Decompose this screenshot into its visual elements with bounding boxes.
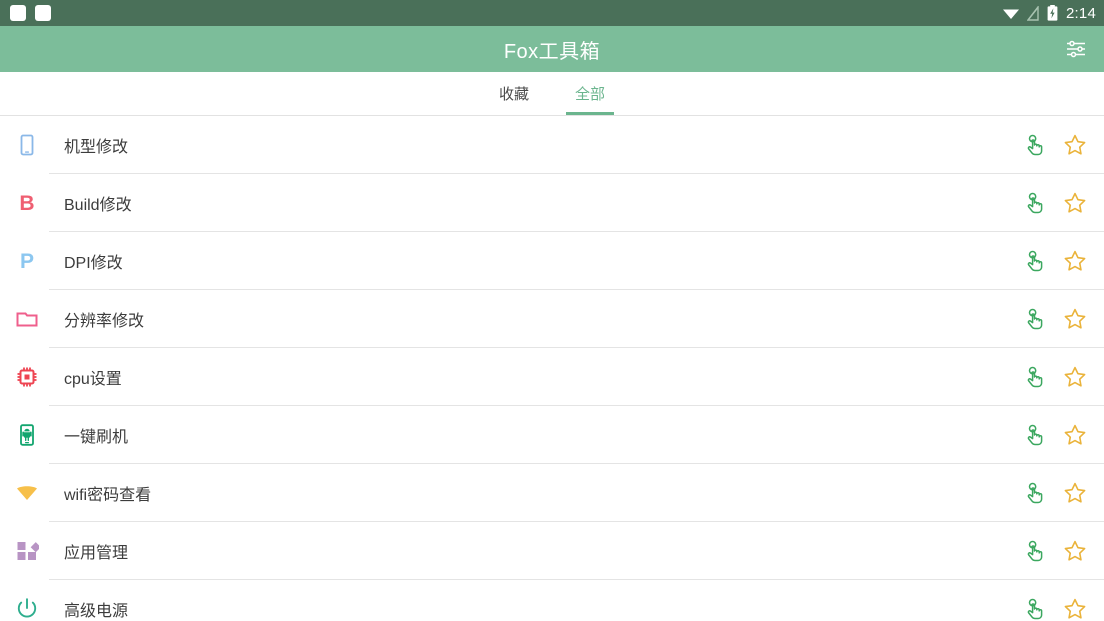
- run-tool-button[interactable]: [1022, 306, 1048, 332]
- tool-list-item-label: 机型修改: [64, 139, 129, 156]
- status-bar: 2:14: [0, 0, 1104, 26]
- tab-favorites-label: 收藏: [498, 86, 529, 103]
- tab-favorites[interactable]: 收藏: [487, 72, 541, 115]
- favorite-button[interactable]: [1062, 190, 1088, 216]
- tool-list-item-actions: [1022, 364, 1088, 390]
- notification-square-icon: [35, 5, 51, 21]
- run-tool-button[interactable]: [1022, 364, 1048, 390]
- tool-list-item-label: Build修改: [64, 197, 132, 214]
- favorite-button[interactable]: [1062, 480, 1088, 506]
- tool-list-item-actions: [1022, 422, 1088, 448]
- tool-list-item-actions: [1022, 248, 1088, 274]
- tool-list-item[interactable]: B Build修改: [0, 174, 1104, 232]
- tool-list-item-actions: [1022, 190, 1088, 216]
- tool-list-item[interactable]: 机型修改: [0, 116, 1104, 174]
- battery-charging-icon: [1047, 5, 1058, 21]
- tool-list-item[interactable]: 分辨率修改: [0, 290, 1104, 348]
- status-bar-notifications: [10, 5, 51, 21]
- tool-list-item-actions: [1022, 132, 1088, 158]
- tab-all-label: 全部: [575, 86, 606, 103]
- tool-list-item[interactable]: wifi密码查看: [0, 464, 1104, 522]
- favorite-button[interactable]: [1062, 248, 1088, 274]
- settings-button[interactable]: [1056, 29, 1096, 69]
- tool-list-item-label: 一键刷机: [64, 429, 129, 446]
- rectangle-outline-icon: [14, 306, 40, 332]
- run-tool-button[interactable]: [1022, 190, 1048, 216]
- signal-off-icon: [1027, 5, 1039, 21]
- tool-list-item-label: cpu设置: [64, 371, 122, 388]
- notification-square-icon: [10, 5, 26, 21]
- tool-list-item-label: 应用管理: [64, 545, 129, 562]
- tool-list-item-label: 高级电源: [64, 603, 129, 620]
- favorite-button[interactable]: [1062, 132, 1088, 158]
- tool-list-item[interactable]: P DPI修改: [0, 232, 1104, 290]
- favorite-button[interactable]: [1062, 422, 1088, 448]
- run-tool-button[interactable]: [1022, 596, 1048, 621]
- tool-list-item-actions: [1022, 306, 1088, 332]
- run-tool-button[interactable]: [1022, 248, 1048, 274]
- phone-android-icon: [14, 422, 40, 448]
- tool-list-item[interactable]: 高级电源: [0, 580, 1104, 621]
- power-icon: [14, 596, 40, 621]
- apps-grid-icon: [14, 538, 40, 564]
- run-tool-button[interactable]: [1022, 480, 1048, 506]
- tool-list-item-actions: [1022, 480, 1088, 506]
- tab-bar: 收藏 全部: [0, 72, 1104, 116]
- status-bar-system-icons: 2:14: [1002, 5, 1096, 21]
- run-tool-button[interactable]: [1022, 132, 1048, 158]
- tool-list-item-actions: [1022, 538, 1088, 564]
- run-tool-button[interactable]: [1022, 538, 1048, 564]
- tool-list: 机型修改 B Build修改 P DPI修改分辨率修改 cpu设置一键刷机 wifi密码查看…: [0, 116, 1104, 621]
- smartphone-icon: [14, 132, 40, 158]
- tool-list-item[interactable]: cpu设置: [0, 348, 1104, 406]
- page-title: Fox工具箱: [503, 40, 601, 63]
- status-bar-clock: 2:14: [1066, 4, 1096, 22]
- wifi-icon: [1003, 9, 1019, 19]
- tool-list-item[interactable]: 一键刷机: [0, 406, 1104, 464]
- run-tool-button[interactable]: [1022, 422, 1048, 448]
- letter-b-icon: B: [19, 191, 35, 215]
- favorite-button[interactable]: [1062, 538, 1088, 564]
- tool-list-item[interactable]: 应用管理: [0, 522, 1104, 580]
- tool-list-item-actions: [1022, 596, 1088, 621]
- tab-all[interactable]: 全部: [563, 72, 617, 115]
- favorite-button[interactable]: [1062, 306, 1088, 332]
- cpu-chip-icon: [14, 364, 40, 390]
- favorite-button[interactable]: [1062, 364, 1088, 390]
- tool-list-item-label: DPI修改: [64, 255, 123, 272]
- tool-list-item-label: wifi密码查看: [64, 487, 152, 504]
- app-bar: Fox工具箱: [0, 26, 1104, 72]
- tool-list-item-label: 分辨率修改: [64, 313, 145, 330]
- favorite-button[interactable]: [1062, 596, 1088, 621]
- tune-sliders-icon: [1067, 40, 1085, 58]
- letter-p-icon: P: [19, 249, 34, 273]
- wifi-triangle-icon: [14, 480, 40, 506]
